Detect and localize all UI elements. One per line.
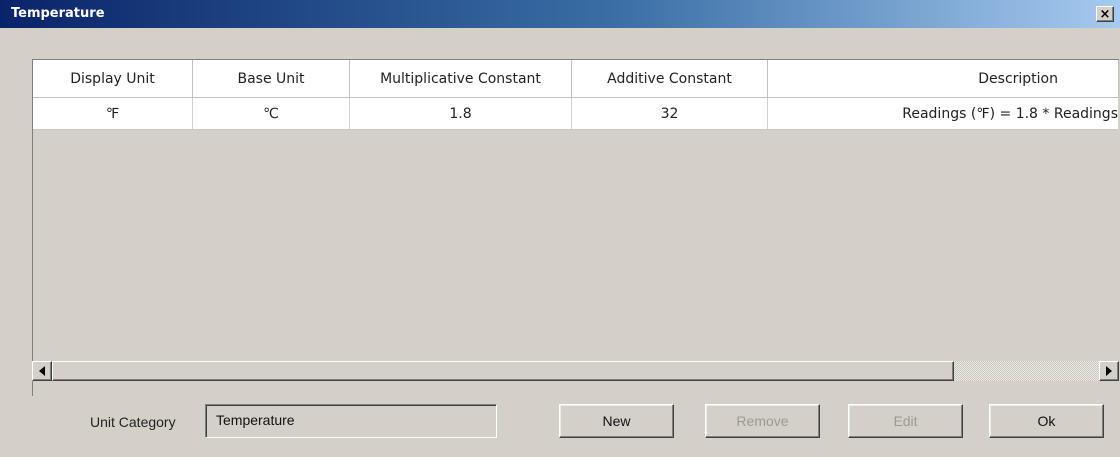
unit-category-field: Temperature [205,404,497,438]
column-header-additive-constant[interactable]: Additive Constant [572,60,768,98]
table-row[interactable]: ℉ ℃ 1.8 32 Readings (℉) = 1.8 * Readings [33,98,1119,130]
column-header-base-unit[interactable]: Base Unit [193,60,350,98]
cell-multiplicative-constant[interactable]: 1.8 [350,98,572,129]
column-header-display-unit[interactable]: Display Unit [33,60,193,98]
units-table: Display Unit Base Unit Multiplicative Co… [32,59,1119,396]
horizontal-scrollbar[interactable] [32,361,1119,381]
table-header: Display Unit Base Unit Multiplicative Co… [33,60,1119,98]
cell-description[interactable]: Readings (℉) = 1.8 * Readings [768,98,1119,129]
edit-button[interactable]: Edit [848,404,963,438]
left-arrow-icon [39,366,45,376]
ok-button[interactable]: Ok [989,404,1104,438]
unit-category-label: Unit Category [90,414,176,430]
column-header-description[interactable]: Description [768,60,1119,98]
cell-display-unit[interactable]: ℉ [33,98,193,129]
close-icon: × [1099,6,1111,22]
window-title: Temperature [11,6,105,21]
scroll-thumb[interactable] [52,361,954,381]
scroll-right-button[interactable] [1099,361,1119,381]
cell-additive-constant[interactable]: 32 [572,98,768,129]
column-header-multiplicative-constant[interactable]: Multiplicative Constant [350,60,572,98]
scroll-track[interactable] [954,361,1099,381]
title-bar: Temperature × [0,0,1120,28]
remove-button[interactable]: Remove [705,404,820,438]
right-arrow-icon [1106,366,1112,376]
cell-base-unit[interactable]: ℃ [193,98,350,129]
new-button[interactable]: New [559,404,674,438]
close-button[interactable]: × [1096,6,1114,22]
scroll-left-button[interactable] [32,361,52,381]
